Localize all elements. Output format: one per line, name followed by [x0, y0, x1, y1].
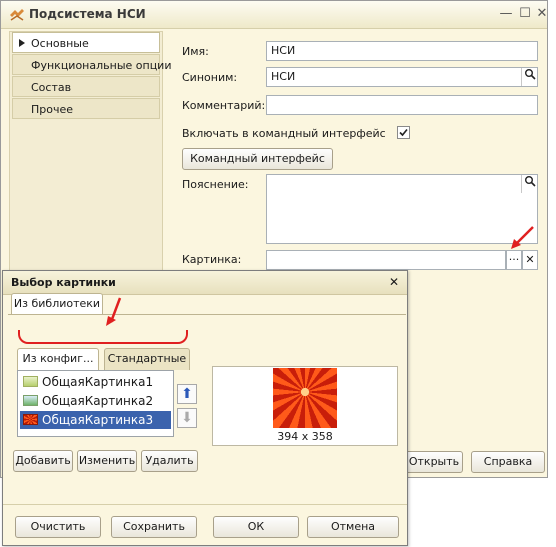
annotation-arrow-icon	[106, 297, 122, 326]
cancel-button[interactable]: Отмена	[307, 516, 399, 538]
preview-image	[273, 368, 337, 428]
nav-item-label: Функциональные опции	[31, 59, 172, 72]
synonym-value: НСИ	[271, 70, 296, 83]
close-button[interactable]: ✕	[533, 5, 551, 23]
checkmark-icon	[399, 128, 408, 137]
tab-divider	[8, 314, 406, 315]
name-label: Имя:	[182, 45, 209, 58]
dialog-title: Выбор картинки	[11, 276, 116, 289]
tab-from-library[interactable]: Из библиотеки	[11, 293, 103, 315]
list-item-label: ОбщаяКартинка1	[42, 375, 154, 389]
search-icon[interactable]	[521, 68, 537, 86]
subtab-standard[interactable]: Стандартные	[104, 348, 190, 370]
picture-label: Картинка:	[182, 253, 242, 266]
title-bar: Подсистема НСИ — ☐ ✕	[1, 1, 547, 29]
picture-preview: 394 x 358	[212, 366, 398, 446]
picture-list: ОбщаяКартинка1 ОбщаяКартинка2 ОбщаяКарти…	[17, 370, 174, 437]
nav-item-label: Прочее	[31, 103, 74, 116]
comment-field[interactable]	[266, 95, 538, 115]
picture-icon	[23, 395, 38, 406]
nav-item-composition[interactable]: Состав	[12, 76, 160, 97]
window-title: Подсистема НСИ	[29, 7, 146, 21]
list-item[interactable]: ОбщаяКартинка1	[20, 373, 171, 391]
list-item-label: ОбщаяКартинка3	[42, 413, 154, 427]
subtab-from-config[interactable]: Из конфиг...	[17, 348, 99, 370]
nav-item-main[interactable]: Основные	[12, 32, 160, 53]
help-button[interactable]: Справка	[471, 451, 545, 473]
comment-label: Комментарий:	[182, 99, 266, 112]
triangle-right-icon	[19, 39, 25, 47]
include-label: Включать в командный интерфейс	[182, 127, 386, 140]
nav-item-label: Состав	[31, 81, 72, 94]
nav-item-label: Основные	[31, 37, 89, 50]
list-item-selected[interactable]: ОбщаяКартинка3	[19, 410, 172, 430]
open-button[interactable]: Открыть	[405, 451, 463, 473]
dialog-title-bar: Выбор картинки ✕	[3, 271, 407, 295]
clear-picture-button[interactable]: ✕	[522, 250, 538, 270]
command-interface-button[interactable]: Командный интерфейс	[182, 148, 333, 170]
annotation-bracket	[18, 330, 188, 344]
nav-item-functional-options[interactable]: Функциональные опции	[12, 54, 171, 75]
nav-item-other[interactable]: Прочее	[12, 98, 160, 119]
list-item-label: ОбщаяКартинка2	[42, 394, 154, 408]
ok-button[interactable]: ОК	[213, 516, 299, 538]
select-picture-button[interactable]: ...	[506, 250, 522, 270]
maximize-button[interactable]: ☐	[516, 5, 534, 23]
name-field[interactable]: НСИ	[266, 41, 538, 61]
list-item[interactable]: ОбщаяКартинка2	[20, 392, 171, 410]
picture-icon	[23, 376, 38, 387]
explanation-field[interactable]	[266, 174, 538, 244]
synonym-field[interactable]: НСИ	[266, 67, 538, 87]
minimize-button[interactable]: —	[497, 5, 515, 23]
footer-divider	[3, 504, 407, 505]
close-icon[interactable]: ✕	[389, 275, 399, 289]
picture-icon	[23, 414, 38, 425]
explanation-label: Пояснение:	[182, 178, 249, 191]
move-up-button[interactable]: ⬆	[177, 384, 197, 404]
move-down-button[interactable]: ⬇	[177, 408, 197, 428]
clear-button[interactable]: Очистить	[15, 516, 101, 538]
preview-size: 394 x 358	[277, 430, 333, 443]
annotation-arrow-icon	[511, 226, 534, 249]
delete-button[interactable]: Удалить	[141, 450, 198, 472]
picture-field[interactable]	[266, 250, 506, 270]
add-button[interactable]: Добавить	[13, 450, 73, 472]
synonym-label: Синоним:	[182, 71, 238, 84]
include-checkbox[interactable]	[397, 126, 410, 139]
app-icon	[10, 9, 24, 21]
edit-button[interactable]: Изменить	[77, 450, 137, 472]
search-icon[interactable]	[521, 175, 537, 193]
save-button[interactable]: Сохранить	[111, 516, 197, 538]
